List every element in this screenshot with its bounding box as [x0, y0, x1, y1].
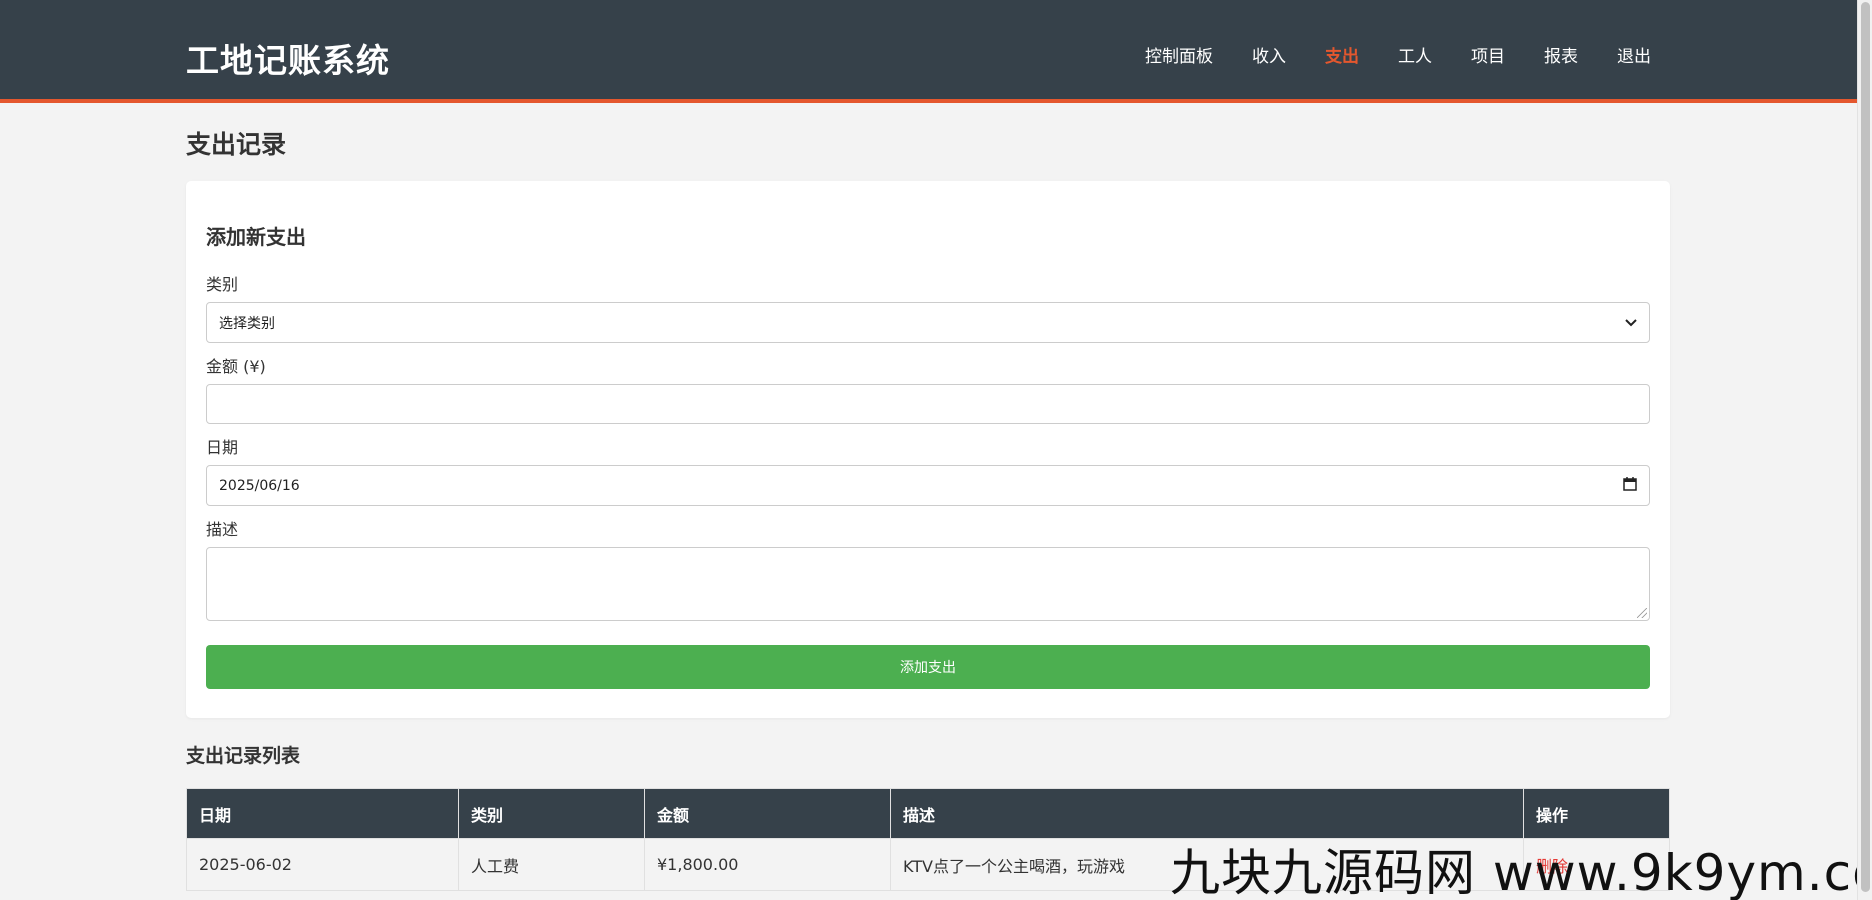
- cell-date: 2025-06-02: [186, 838, 459, 891]
- date-input-value: 2025/06/16: [219, 477, 300, 494]
- expense-list-title: 支出记录列表: [186, 745, 301, 767]
- add-expense-card: 添加新支出 类别 选择类别 金额 (¥) 日期 2025/06/16 描述 添加…: [186, 181, 1670, 718]
- column-header-amount: 金额: [644, 788, 891, 839]
- description-label: 描述: [206, 520, 239, 539]
- column-header-description: 描述: [890, 788, 1524, 839]
- page-title: 支出记录: [186, 130, 287, 159]
- category-label: 类别: [206, 275, 239, 294]
- cell-category: 人工费: [458, 838, 645, 891]
- page-scrollbar[interactable]: [1857, 0, 1872, 900]
- nav-projects[interactable]: 项目: [1471, 42, 1505, 67]
- nav-reports[interactable]: 报表: [1544, 42, 1578, 67]
- table-header-row: 日期 类别 金额 描述 操作: [186, 788, 1670, 839]
- cell-amount: ¥1,800.00: [644, 838, 891, 891]
- nav-dashboard[interactable]: 控制面板: [1145, 42, 1213, 67]
- category-select[interactable]: 选择类别: [206, 302, 1650, 343]
- nav-workers[interactable]: 工人: [1398, 42, 1432, 67]
- top-header: 工地记账系统 控制面板 收入 支出 工人 项目 报表 退出: [0, 0, 1872, 103]
- scrollbar-thumb[interactable]: [1861, 2, 1870, 892]
- description-textarea[interactable]: [206, 547, 1650, 621]
- nav-income[interactable]: 收入: [1252, 42, 1286, 67]
- form-title: 添加新支出: [206, 225, 306, 249]
- category-select-value: 选择类别: [219, 315, 275, 332]
- amount-input[interactable]: [206, 384, 1650, 424]
- date-input[interactable]: 2025/06/16: [206, 465, 1650, 506]
- watermark: 九块九源码网 www.9k9ym.com: [1170, 844, 1872, 900]
- column-header-actions: 操作: [1523, 788, 1670, 839]
- add-expense-button[interactable]: 添加支出: [206, 645, 1650, 689]
- chevron-down-icon: [1625, 315, 1637, 331]
- amount-label: 金额 (¥): [206, 357, 266, 376]
- date-label: 日期: [206, 438, 239, 457]
- main-nav: 控制面板 收入 支出 工人 项目 报表 退出: [1106, 42, 1651, 67]
- nav-expense[interactable]: 支出: [1325, 42, 1359, 67]
- app-brand[interactable]: 工地记账系统: [186, 34, 390, 82]
- calendar-icon[interactable]: [1623, 476, 1637, 495]
- resize-handle-icon[interactable]: [1637, 608, 1647, 618]
- nav-logout[interactable]: 退出: [1617, 42, 1651, 67]
- column-header-category: 类别: [458, 788, 645, 839]
- column-header-date: 日期: [186, 788, 459, 839]
